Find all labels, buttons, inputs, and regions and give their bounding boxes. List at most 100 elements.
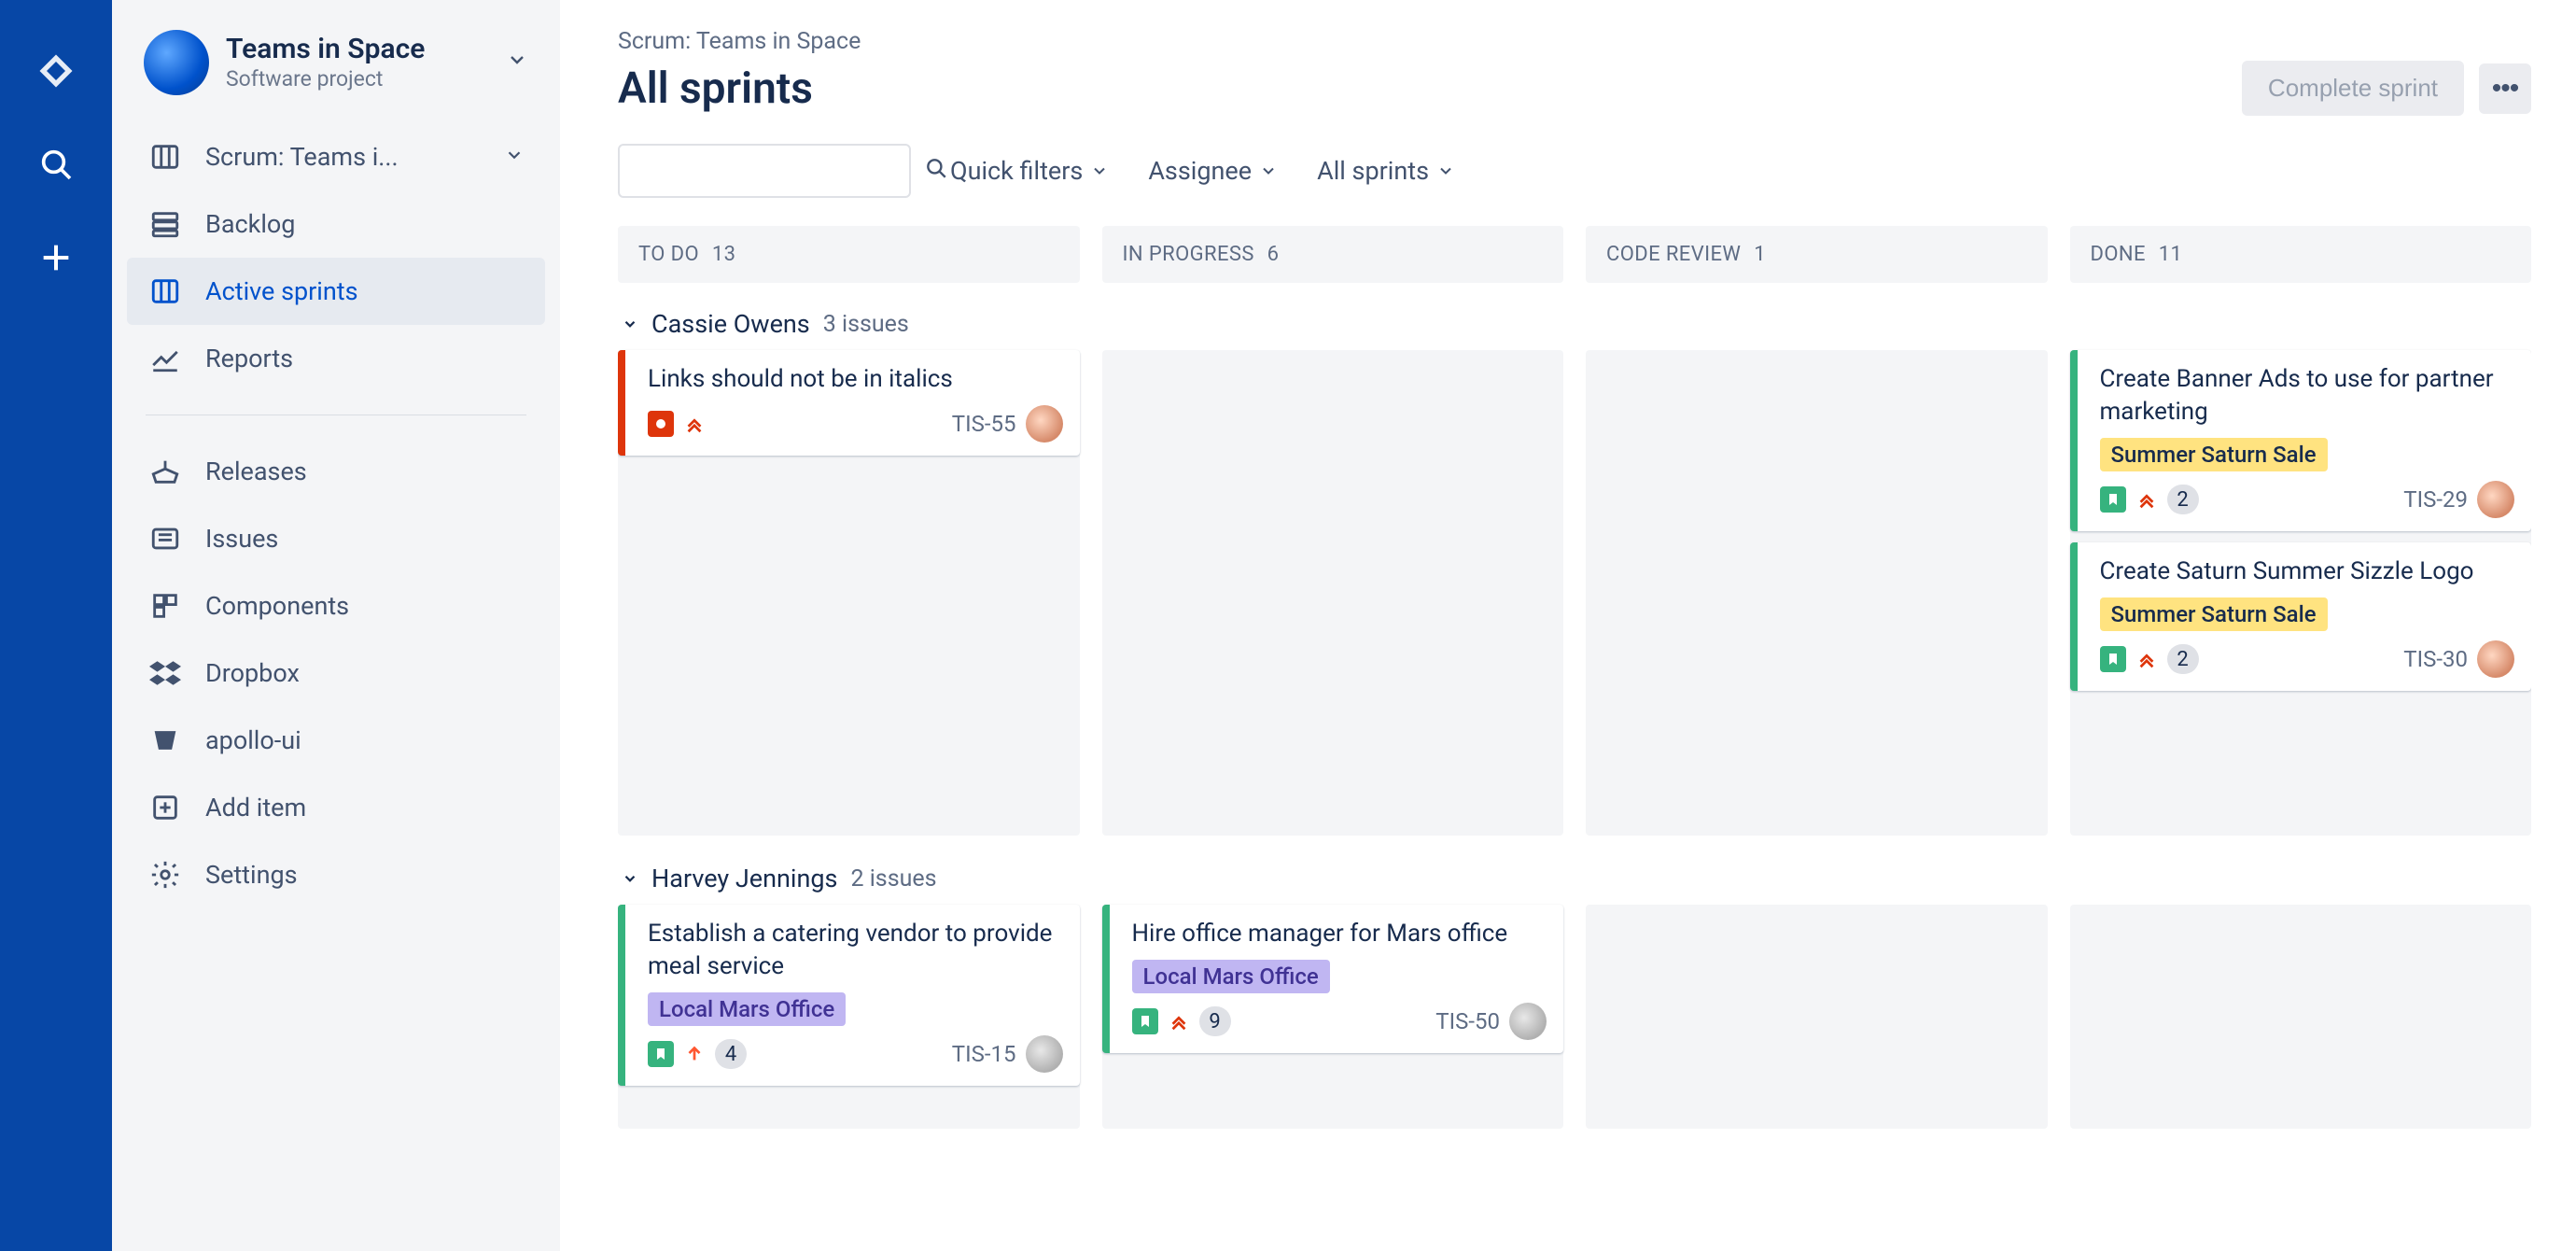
- epic-tag[interactable]: Summer Saturn Sale: [2100, 597, 2328, 631]
- assignee-dropdown[interactable]: Assignee: [1148, 156, 1278, 186]
- swimlane-name: Harvey Jennings: [651, 864, 837, 893]
- filter-label: Quick filters: [950, 156, 1083, 186]
- lane-todo[interactable]: Links should not be in italics TIS-55: [618, 350, 1080, 836]
- chevron-down-icon: [504, 142, 525, 172]
- board: TO DO 13 IN PROGRESS 6 CODE REVIEW 1 DON…: [618, 226, 2531, 1251]
- sidebar-item-add-item[interactable]: Add item: [127, 774, 545, 841]
- swimlane-toggle[interactable]: Harvey Jennings 2 issues: [618, 852, 2531, 905]
- lane-codereview[interactable]: [1586, 905, 2048, 1129]
- ship-icon: [147, 454, 183, 489]
- sidebar-item-label: apollo-ui: [205, 725, 525, 755]
- reports-icon: [147, 341, 183, 376]
- assignee-avatar[interactable]: [2477, 481, 2514, 518]
- main-content: Scrum: Teams in Space All sprints Comple…: [560, 0, 2576, 1251]
- sidebar-item-issues[interactable]: Issues: [127, 505, 545, 572]
- column-header-codereview[interactable]: CODE REVIEW 1: [1586, 226, 2048, 283]
- swimlane-count: 2 issues: [850, 865, 936, 893]
- card-title: Create Banner Ads to use for partner mar…: [2100, 363, 2515, 429]
- backlog-icon: [147, 206, 183, 242]
- filters-row: Quick filters Assignee All sprints: [618, 144, 2531, 198]
- search-icon: [924, 156, 948, 186]
- swimlane-name: Cassie Owens: [651, 309, 810, 339]
- issue-card[interactable]: Hire office manager for Mars office Loca…: [1102, 905, 1564, 1053]
- lane-codereview[interactable]: [1586, 350, 2048, 836]
- board-icon: [147, 274, 183, 309]
- column-name: CODE REVIEW: [1606, 243, 1741, 266]
- swimlane-toggle[interactable]: Cassie Owens 3 issues: [618, 298, 2531, 350]
- issue-card[interactable]: Create Saturn Summer Sizzle Logo Summer …: [2070, 542, 2532, 691]
- sidebar-item-components[interactable]: Components: [127, 572, 545, 640]
- column-name: DONE: [2091, 243, 2146, 266]
- assignee-avatar[interactable]: [1026, 1035, 1063, 1073]
- search-input[interactable]: [635, 158, 924, 184]
- column-name: IN PROGRESS: [1123, 243, 1254, 266]
- column-header-done[interactable]: DONE 11: [2070, 226, 2532, 283]
- project-switcher[interactable]: Teams in Space Software project: [112, 30, 560, 123]
- column-header-todo[interactable]: TO DO 13: [618, 226, 1080, 283]
- bucket-icon: [147, 723, 183, 758]
- issues-icon: [147, 521, 183, 556]
- sidebar-item-dropbox[interactable]: Dropbox: [127, 640, 545, 707]
- issue-card[interactable]: Create Banner Ads to use for partner mar…: [2070, 350, 2532, 531]
- sidebar-item-reports[interactable]: Reports: [127, 325, 545, 392]
- epic-tag[interactable]: Summer Saturn Sale: [2100, 438, 2328, 471]
- priority-icon: [683, 1043, 706, 1065]
- sidebar-item-board[interactable]: Scrum: Teams i...: [127, 123, 545, 190]
- sidebar-item-settings[interactable]: Settings: [127, 841, 545, 908]
- assignee-avatar[interactable]: [2477, 640, 2514, 678]
- lane-inprogress[interactable]: [1102, 350, 1564, 836]
- create-icon[interactable]: [30, 232, 82, 284]
- issue-card[interactable]: Establish a catering vendor to provide m…: [618, 905, 1080, 1086]
- search-input-wrapper[interactable]: [618, 144, 911, 198]
- bug-type-icon: [648, 411, 674, 437]
- project-name: Teams in Space: [226, 34, 425, 66]
- sprints-dropdown[interactable]: All sprints: [1317, 156, 1455, 186]
- swimlane-body: Links should not be in italics TIS-55 Cr…: [618, 350, 2531, 836]
- gear-icon: [147, 857, 183, 893]
- project-type: Software project: [226, 66, 425, 91]
- priority-icon: [1168, 1010, 1190, 1033]
- jira-icon[interactable]: [30, 45, 82, 97]
- issue-key: TIS-15: [952, 1041, 1016, 1067]
- chevron-down-icon: [1436, 162, 1455, 180]
- search-icon[interactable]: [30, 138, 82, 190]
- sidebar-item-label: Issues: [205, 524, 525, 554]
- add-item-icon: [147, 790, 183, 825]
- issue-key: TIS-29: [2403, 486, 2468, 513]
- assignee-avatar[interactable]: [1026, 405, 1063, 443]
- sidebar-item-label: Settings: [205, 860, 525, 890]
- complete-sprint-button[interactable]: Complete sprint: [2242, 61, 2464, 116]
- card-title: Establish a catering vendor to provide m…: [648, 918, 1063, 983]
- sidebar-item-label: Releases: [205, 457, 525, 486]
- chevron-down-icon: [622, 870, 638, 887]
- global-rail: [0, 0, 112, 1251]
- sidebar-item-releases[interactable]: Releases: [127, 438, 545, 505]
- sidebar-item-label: Components: [205, 591, 525, 621]
- sidebar-item-label: Scrum: Teams i...: [205, 142, 482, 172]
- breadcrumb[interactable]: Scrum: Teams in Space: [618, 28, 2531, 55]
- more-actions-button[interactable]: •••: [2479, 63, 2531, 114]
- lane-todo[interactable]: Establish a catering vendor to provide m…: [618, 905, 1080, 1129]
- dropbox-icon: [147, 655, 183, 691]
- issue-card[interactable]: Links should not be in italics TIS-55: [618, 350, 1080, 456]
- sidebar-item-label: Add item: [205, 793, 525, 822]
- lane-done[interactable]: [2070, 905, 2532, 1129]
- column-count: 11: [2159, 243, 2183, 266]
- sidebar-item-active-sprints[interactable]: Active sprints: [127, 258, 545, 325]
- column-header-inprogress[interactable]: IN PROGRESS 6: [1102, 226, 1564, 283]
- card-title: Hire office manager for Mars office: [1132, 918, 1547, 950]
- story-type-icon: [2100, 646, 2126, 672]
- priority-icon: [683, 413, 706, 435]
- quick-filters-dropdown[interactable]: Quick filters: [950, 156, 1109, 186]
- epic-tag[interactable]: Local Mars Office: [648, 992, 846, 1026]
- epic-tag[interactable]: Local Mars Office: [1132, 960, 1330, 993]
- lane-inprogress[interactable]: Hire office manager for Mars office Loca…: [1102, 905, 1564, 1129]
- column-name: TO DO: [638, 243, 699, 266]
- sidebar-item-backlog[interactable]: Backlog: [127, 190, 545, 258]
- sidebar-item-label: Reports: [205, 344, 525, 373]
- priority-icon: [2135, 648, 2158, 670]
- lane-done[interactable]: Create Banner Ads to use for partner mar…: [2070, 350, 2532, 836]
- sidebar-item-apollo-ui[interactable]: apollo-ui: [127, 707, 545, 774]
- assignee-avatar[interactable]: [1509, 1003, 1547, 1040]
- story-points-badge: 4: [715, 1039, 747, 1069]
